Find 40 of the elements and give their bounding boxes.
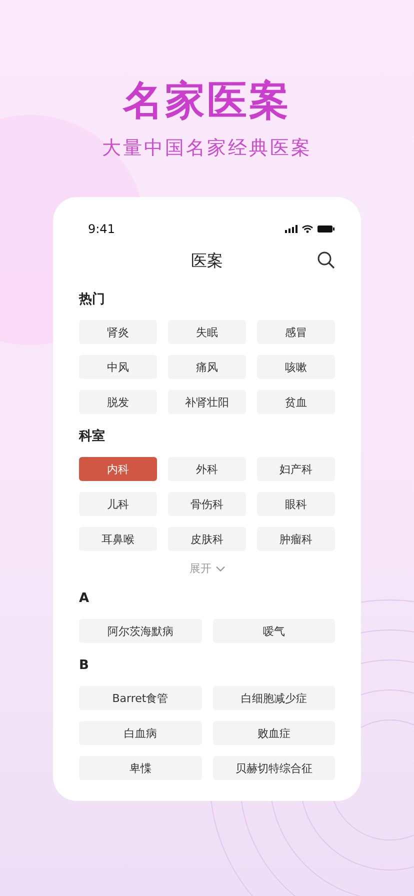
status-time: 9:41	[88, 222, 115, 236]
tag-chip[interactable]: 咳嗽	[257, 355, 335, 379]
tag-chip[interactable]: 感冒	[257, 320, 335, 344]
tag-chip[interactable]: Barret食管	[79, 686, 202, 710]
tag-chip[interactable]: 骨伤科	[168, 492, 246, 516]
signal-icon	[285, 225, 298, 233]
tag-chip[interactable]: 败血症	[212, 721, 335, 745]
tag-chip[interactable]: 卑惵	[79, 756, 202, 780]
wifi-icon	[302, 225, 313, 233]
tag-chip[interactable]: 痛风	[168, 355, 246, 379]
tag-chip[interactable]: 儿科	[79, 492, 157, 516]
tag-chip[interactable]: 皮肤科	[168, 527, 246, 551]
headline: 名家医案	[123, 78, 291, 124]
search-icon	[317, 251, 335, 269]
tag-chip[interactable]: 贫血	[257, 390, 335, 414]
search-button[interactable]	[317, 251, 335, 269]
tag-chip[interactable]: 内科	[79, 457, 157, 481]
tag-chip[interactable]: 补肾壮阳	[168, 390, 246, 414]
subtitle: 大量中国名家经典医案	[102, 136, 312, 160]
tag-chip[interactable]: 贝赫切特综合征	[212, 756, 335, 780]
tag-chip[interactable]: 白细胞减少症	[212, 686, 335, 710]
tag-chip[interactable]: 耳鼻喉	[79, 527, 157, 551]
tag-chip[interactable]: 肾炎	[79, 320, 157, 344]
tag-chip[interactable]: 肿瘤科	[257, 527, 335, 551]
battery-icon	[317, 225, 335, 233]
tag-chip[interactable]: 外科	[168, 457, 246, 481]
tag-chip[interactable]: 中风	[79, 355, 157, 379]
tag-chip[interactable]: 阿尔茨海默病	[79, 619, 202, 643]
tag-chip[interactable]: 脱发	[79, 390, 157, 414]
page-title: 医案	[191, 250, 223, 272]
tag-chip[interactable]: 嗳气	[212, 619, 335, 643]
section-title: A	[79, 590, 90, 608]
section-title: B	[79, 657, 90, 675]
section-title: 热门	[79, 291, 106, 309]
tag-chip[interactable]: 失眠	[168, 320, 246, 344]
tag-chip[interactable]: 妇产科	[257, 457, 335, 481]
section-title: 科室	[79, 428, 106, 446]
tag-chip[interactable]: 眼科	[257, 492, 335, 516]
tag-chip[interactable]: 白血病	[79, 721, 202, 745]
chevron-down-icon	[216, 566, 224, 572]
